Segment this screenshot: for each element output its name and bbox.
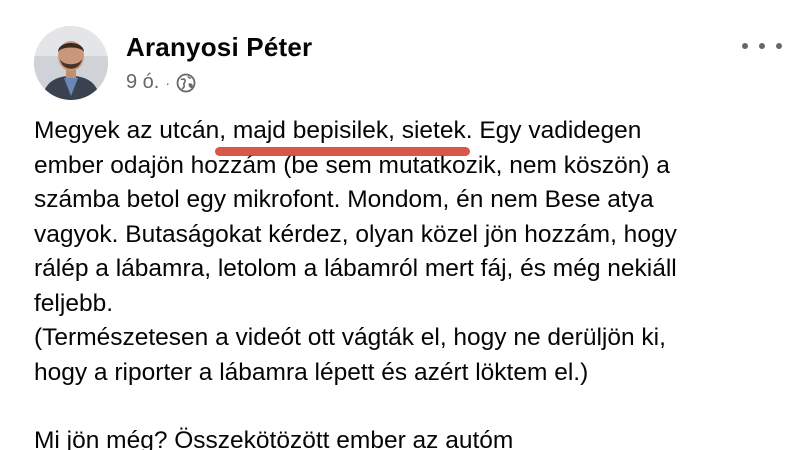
post-text-line: Mi jön még? Összekötözött ember az autóm: [34, 427, 514, 450]
globe-icon[interactable]: [176, 73, 196, 93]
post-text-line: számba betol egy mikrofont. Mondom, én n…: [34, 186, 654, 213]
avatar[interactable]: [34, 26, 108, 100]
post-text-line: (Természetesen a videót ott vágták el, h…: [34, 324, 666, 351]
more-dot: [759, 43, 765, 49]
author-name[interactable]: Aranyosi Péter: [126, 32, 312, 63]
more-dot: [742, 43, 748, 49]
more-dot: [776, 43, 782, 49]
highlighted-text: , majd bepisilek, sietek: [219, 117, 466, 144]
post-text-line: hogy a riporter a lábamra lépett és azér…: [34, 358, 589, 386]
avatar-photo: [34, 26, 108, 100]
text-segment: . Egy vadidegen: [465, 117, 642, 144]
post-body: Megyek az utcán, majd bepisilek, sietek.…: [34, 114, 786, 450]
post-meta: Aranyosi Péter 9 ó. ·: [126, 32, 312, 94]
more-options-icon[interactable]: [742, 34, 782, 58]
post-text-line: Megyek az utcán, majd bepisilek, sietek.…: [34, 114, 786, 149]
post-text-line: rálép a lábamra, letolom a lábamról mert…: [34, 255, 677, 282]
post-text-line: feljebb.: [34, 289, 114, 317]
post-text-line: vagyok. Butaságokat kérdez, olyan közel …: [34, 220, 677, 248]
text-segment: Megyek az utcán: [34, 117, 220, 144]
separator-dot: ·: [165, 74, 171, 91]
post-timestamp[interactable]: 9 ó.: [126, 71, 159, 94]
post-header: Aranyosi Péter 9 ó. ·: [34, 26, 312, 100]
facebook-post: Aranyosi Péter 9 ó. · Megyek az utcán, m…: [0, 0, 800, 450]
post-subline: 9 ó. ·: [126, 71, 312, 94]
